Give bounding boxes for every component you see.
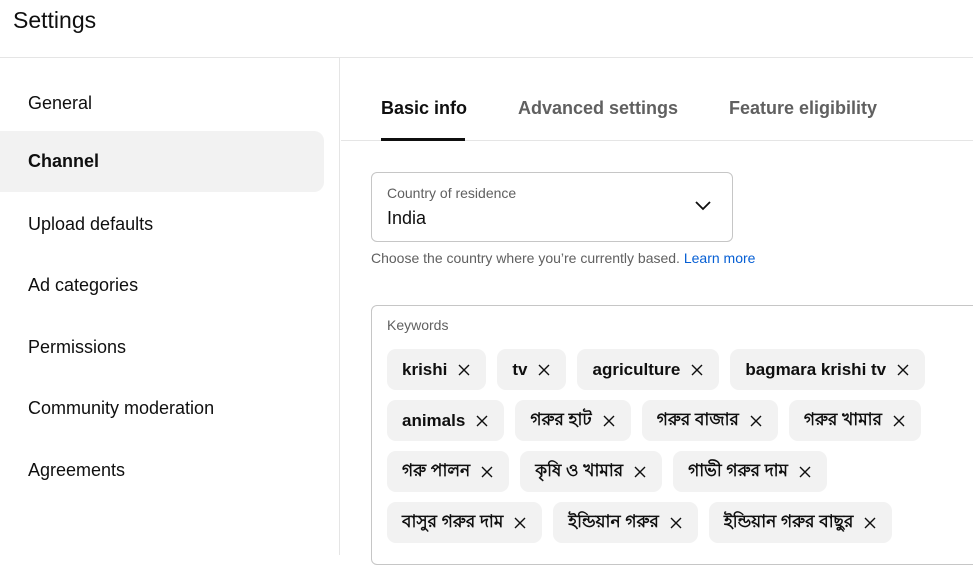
sidebar-item-label: Channel [28, 151, 100, 171]
keyword-chip: animals [387, 400, 505, 441]
close-icon[interactable] [895, 362, 911, 378]
close-icon[interactable] [474, 413, 490, 429]
country-field-label: Country of residence [387, 185, 517, 201]
close-icon[interactable] [601, 413, 617, 429]
header: Settings [0, 0, 973, 58]
close-icon[interactable] [891, 413, 907, 429]
keyword-chip-label: গাভী গরুর দাম [688, 460, 788, 480]
close-icon[interactable] [748, 413, 764, 429]
helper-text: Choose the country where you’re currentl… [371, 250, 680, 266]
tab-advanced-settings[interactable]: Advanced settings [518, 98, 678, 119]
learn-more-link[interactable]: Learn more [684, 250, 756, 266]
keyword-chip-label: ইন্ডিয়ান গরুর [568, 511, 659, 531]
close-icon[interactable] [536, 362, 552, 378]
tab-basic-info[interactable]: Basic info [381, 98, 467, 119]
close-icon[interactable] [512, 515, 528, 531]
keywords-label: Keywords [387, 317, 449, 333]
keyword-chip: গরুর খামার [788, 400, 921, 441]
keyword-chip-label: কৃষি ও খামার [535, 460, 624, 480]
sidebar-item-label: General [28, 93, 93, 113]
keyword-chip: গরুর হাট [515, 400, 631, 441]
sidebar-item-upload-defaults[interactable]: Upload defaults [0, 194, 324, 255]
page-title: Settings [13, 7, 97, 33]
keyword-chip: গাভী গরুর দাম [673, 451, 827, 492]
keywords-chip-row: বাসুর গরুর দাম ইন্ডিয়ান গরুর ইন্ডিয়ান … [387, 502, 893, 543]
keyword-chip-label: agriculture [592, 359, 681, 379]
sidebar-item-label: Ad categories [28, 275, 139, 295]
keyword-chip: গরুর বাজার [641, 400, 778, 441]
close-icon[interactable] [479, 464, 495, 480]
keyword-chip-label: tv [512, 359, 528, 379]
sidebar-item-general[interactable]: General [0, 73, 324, 134]
keyword-chip-label: গরু পালন [402, 460, 471, 480]
keyword-chip: ইন্ডিয়ান গরুর [553, 502, 698, 543]
chevron-down-icon [695, 201, 711, 211]
keyword-chip-label: bagmara krishi tv [745, 359, 887, 379]
country-field-value: India [387, 208, 427, 228]
keyword-chip-label: গরুর বাজার [656, 409, 739, 429]
keywords-field[interactable]: Keywords krishi tv agriculture bagmara k… [371, 305, 973, 565]
sidebar-item-label: Agreements [28, 460, 126, 480]
keyword-chip-label: animals [402, 410, 466, 430]
close-icon[interactable] [862, 515, 878, 531]
keyword-chip: bagmara krishi tv [730, 349, 926, 390]
sidebar-item-permissions[interactable]: Permissions [0, 317, 324, 378]
keyword-chip: কৃষি ও খামার [520, 451, 663, 492]
keyword-chip-label: krishi [402, 359, 448, 379]
keyword-chip-label: গরুর খামার [803, 409, 882, 429]
close-icon[interactable] [456, 362, 472, 378]
sidebar: General Channel Upload defaults Ad categ… [0, 58, 340, 555]
sidebar-item-community-moderation[interactable]: Community moderation [0, 378, 324, 439]
sidebar-item-label: Community moderation [28, 398, 215, 418]
sidebar-item-agreements[interactable]: Agreements [0, 440, 324, 501]
sidebar-item-label: Upload defaults [28, 214, 154, 234]
close-icon[interactable] [632, 464, 648, 480]
keyword-chip: tv [497, 349, 567, 390]
keyword-chip: ইন্ডিয়ান গরুর বাছুর [708, 502, 893, 543]
close-icon[interactable] [668, 515, 684, 531]
country-helper-text: Choose the country where you’re currentl… [371, 250, 755, 266]
keywords-chip-row: krishi tv agriculture bagmara krishi tv [387, 349, 926, 390]
sidebar-item-channel[interactable]: Channel [0, 131, 324, 192]
keyword-chip: বাসুর গরুর দাম [387, 502, 543, 543]
keyword-chip-label: বাসুর গরুর দাম [402, 511, 504, 531]
sidebar-item-ad-categories[interactable]: Ad categories [0, 255, 324, 316]
keyword-chip-label: ইন্ডিয়ান গরুর বাছুর [723, 511, 854, 531]
active-tab-indicator [381, 138, 465, 141]
close-icon[interactable] [797, 464, 813, 480]
keyword-chip: krishi [387, 349, 487, 390]
keyword-chip-label: গরুর হাট [530, 409, 592, 429]
country-of-residence-select[interactable]: Country of residence India [371, 172, 733, 242]
keywords-chip-row: গরু পালন কৃষি ও খামার গাভী গরুর দাম [387, 451, 827, 492]
close-icon[interactable] [689, 362, 705, 378]
keyword-chip: agriculture [577, 349, 720, 390]
main-panel: Basic info Advanced settings Feature eli… [341, 58, 973, 565]
tab-bar: Basic info Advanced settings Feature eli… [341, 58, 973, 141]
keywords-chip-row: animals গরুর হাট গরুর বাজার গরুর খামার [387, 400, 921, 441]
tab-feature-eligibility[interactable]: Feature eligibility [729, 98, 877, 119]
sidebar-item-label: Permissions [28, 337, 127, 357]
keyword-chip: গরু পালন [387, 451, 510, 492]
